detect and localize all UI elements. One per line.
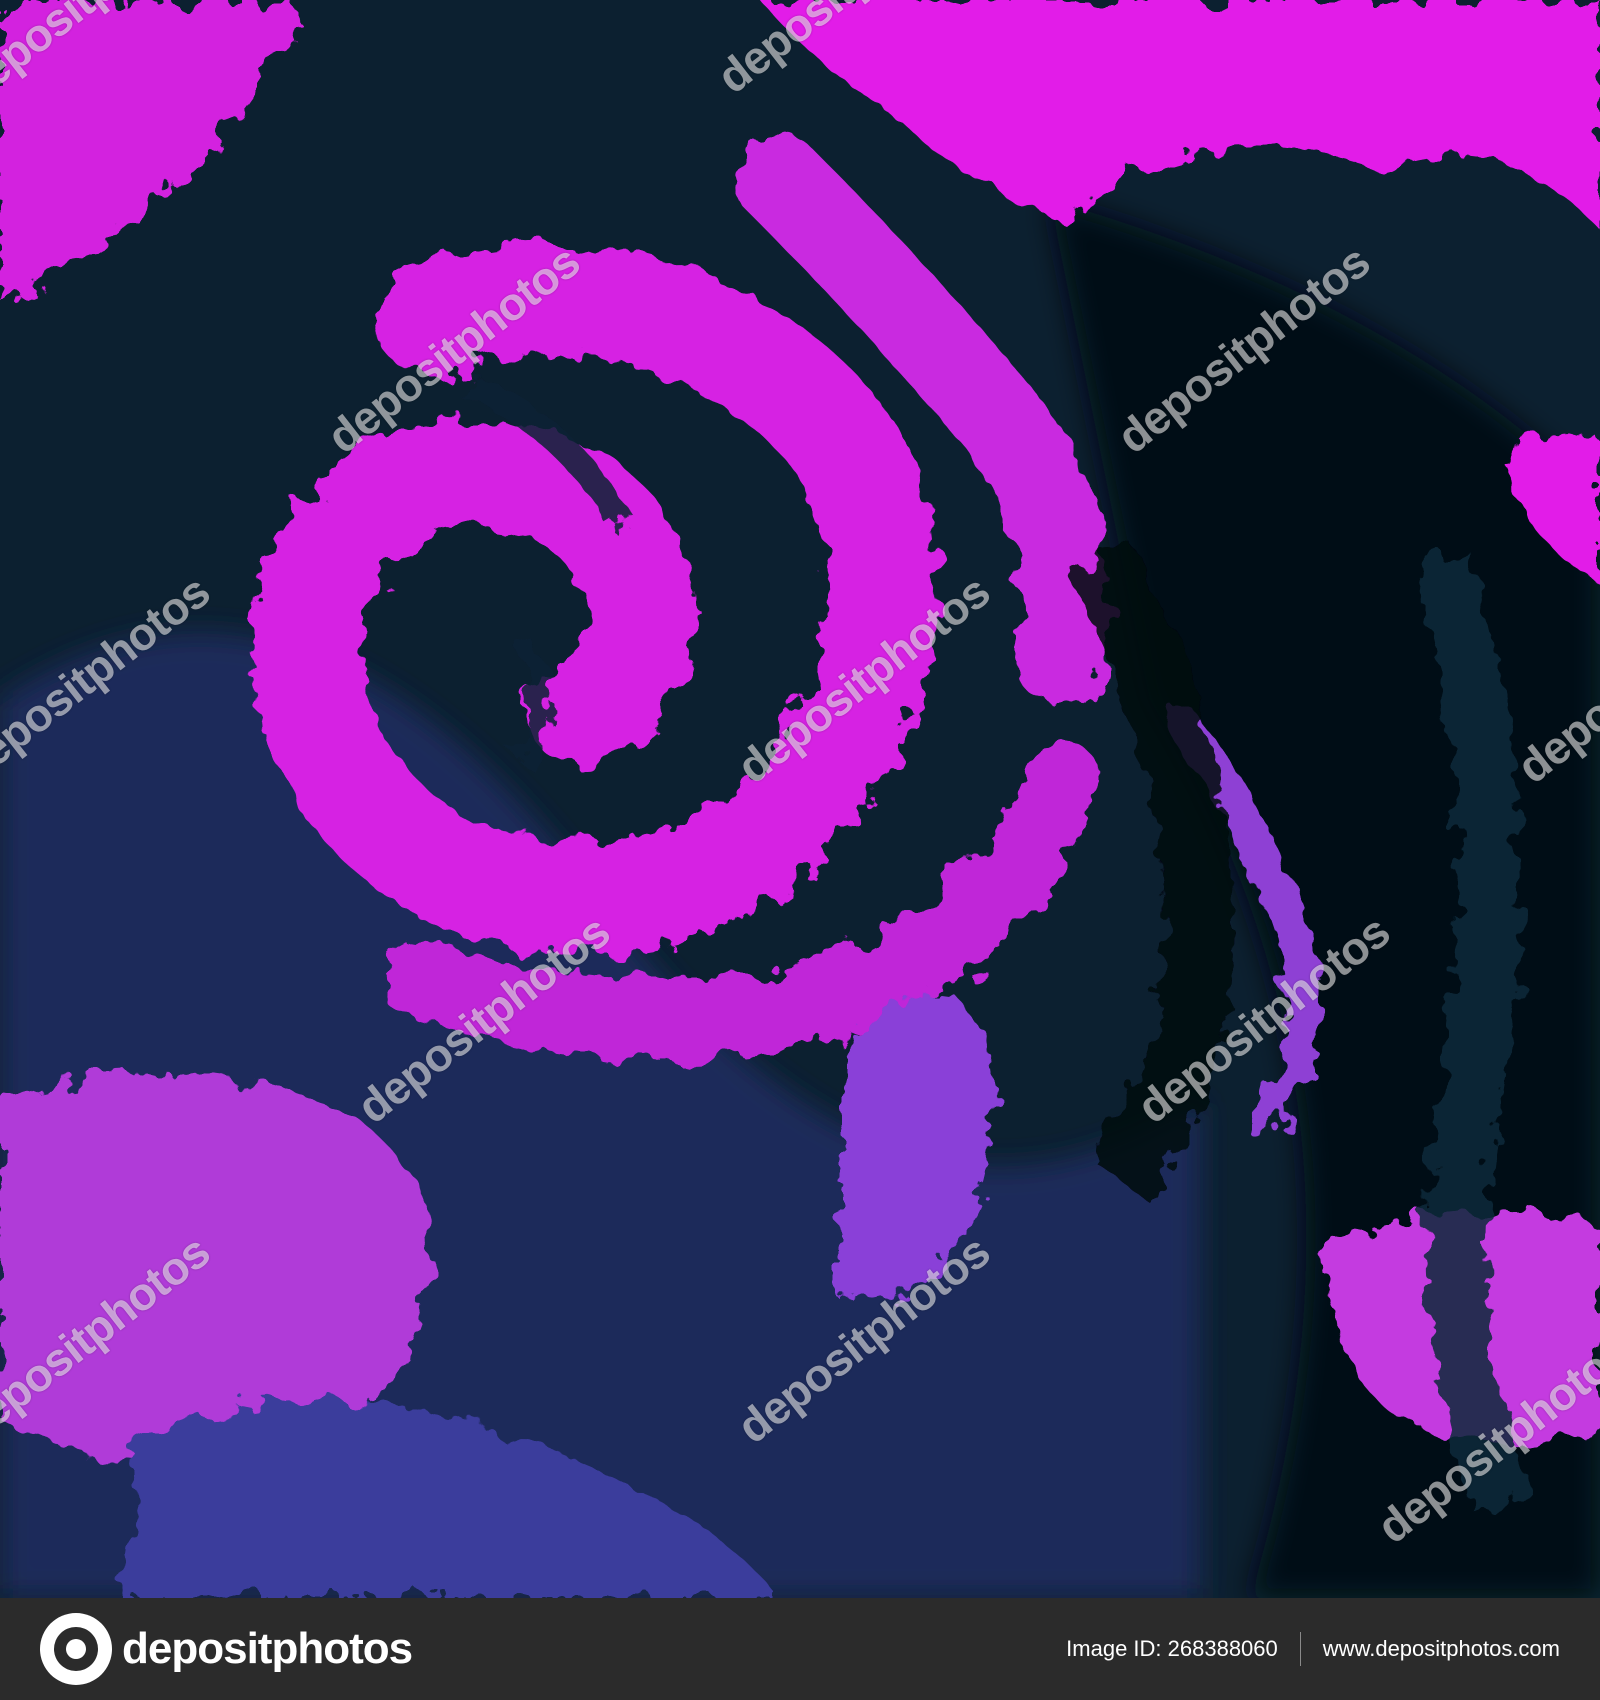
abstract-swirl-painting: depositphotos depositphotos depositphoto… xyxy=(0,0,1600,1598)
image-meta: Image ID: 268388060 www.depositphotos.co… xyxy=(1066,1632,1560,1666)
depositphotos-logo-icon xyxy=(40,1613,112,1685)
stock-photo-preview: depositphotos depositphotos depositphoto… xyxy=(0,0,1600,1700)
stock-footer-bar: depositphotos Image ID: 268388060 www.de… xyxy=(0,1598,1600,1700)
brand-name: depositphotos xyxy=(122,1624,413,1673)
site-url[interactable]: www.depositphotos.com xyxy=(1323,1636,1560,1662)
divider xyxy=(1299,1632,1301,1666)
brand-logo[interactable]: depositphotos xyxy=(40,1613,413,1685)
image-id: Image ID: 268388060 xyxy=(1066,1636,1278,1661)
